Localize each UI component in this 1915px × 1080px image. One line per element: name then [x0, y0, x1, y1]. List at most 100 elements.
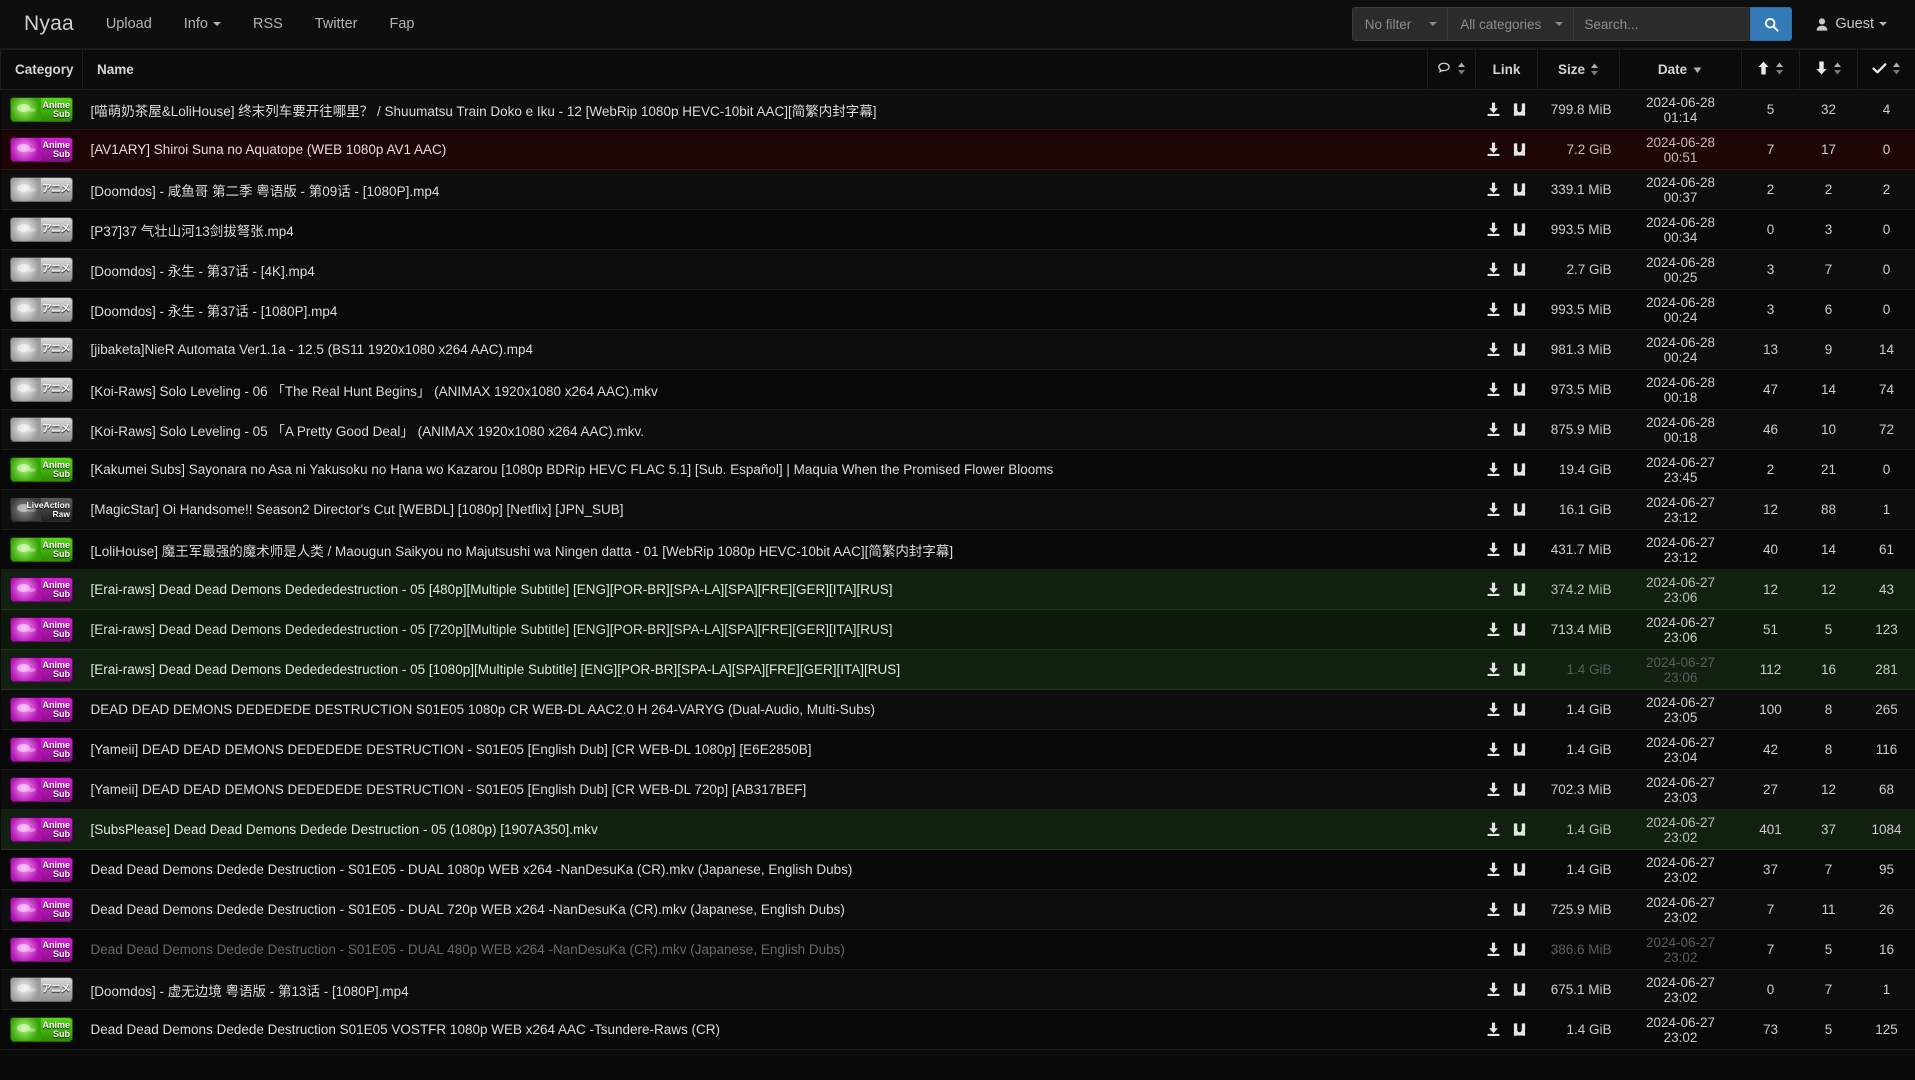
- table-row[interactable]: Anime Sub Dead Dead Demons Dedede Destruct…: [0, 889, 1915, 930]
- nav-item-upload[interactable]: Upload: [90, 0, 168, 49]
- download-icon[interactable]: [1486, 1022, 1501, 1037]
- torrent-name-link[interactable]: [jibaketa]NieR Automata Ver1.1a - 12.5 (…: [91, 342, 534, 357]
- torrent-name-link[interactable]: [Erai-raws] Dead Dead Demons Dedededestr…: [91, 622, 893, 637]
- category-cell[interactable]: Anime Sub: [0, 649, 83, 690]
- torrent-name-link[interactable]: [LoliHouse] 魔王军最强的魔术师是人类 / Maougun Saiky…: [91, 544, 954, 559]
- download-icon[interactable]: [1486, 702, 1501, 717]
- category-badge-anime-raw-icon[interactable]: アニメ: [10, 177, 73, 202]
- table-row[interactable]: Anime Sub [Kakumei Subs] Sayonara no Asa n…: [0, 449, 1915, 490]
- filter-select[interactable]: No filter: [1351, 7, 1448, 41]
- download-icon[interactable]: [1486, 942, 1501, 957]
- table-row[interactable]: アニメ [jibaketa]NieR Automata Ver1.1a - 12.…: [0, 329, 1915, 370]
- category-badge-live-raw-icon[interactable]: LiveAction Raw: [10, 497, 73, 522]
- magnet-icon[interactable]: [1512, 102, 1527, 117]
- column-header-comments[interactable]: [1427, 49, 1476, 90]
- name-cell[interactable]: [Koi-Raws] Solo Leveling - 05 「A Pretty …: [82, 409, 1428, 450]
- magnet-icon[interactable]: [1512, 742, 1527, 757]
- table-row[interactable]: Anime Sub [Erai-raws] Dead Dead Demons Ded…: [0, 609, 1915, 650]
- name-cell[interactable]: DEAD DEAD DEMONS DEDEDEDE DESTRUCTION S0…: [82, 689, 1428, 730]
- category-badge-anime-raw-icon[interactable]: アニメ: [10, 977, 73, 1002]
- torrent-name-link[interactable]: [AV1ARY] Shiroi Suna no Aquatope (WEB 10…: [91, 142, 447, 157]
- name-cell[interactable]: [Kakumei Subs] Sayonara no Asa ni Yakuso…: [82, 449, 1428, 490]
- search-button[interactable]: [1750, 7, 1793, 41]
- category-badge-anime-raw-icon[interactable]: アニメ: [10, 417, 73, 442]
- column-header-seeders[interactable]: [1741, 49, 1800, 90]
- download-icon[interactable]: [1486, 902, 1501, 917]
- category-badge-anime-raw-icon[interactable]: アニメ: [10, 377, 73, 402]
- category-cell[interactable]: Anime Sub: [0, 1009, 83, 1050]
- column-header-completed[interactable]: [1857, 49, 1915, 90]
- name-cell[interactable]: [Erai-raws] Dead Dead Demons Dedededestr…: [82, 569, 1428, 610]
- table-row[interactable]: アニメ [Doomdos] - 永生 - 第37话 - [1080P].mp4 99…: [0, 289, 1915, 330]
- download-icon[interactable]: [1486, 662, 1501, 677]
- name-cell[interactable]: [Doomdos] - 咸鱼哥 第二季 粤语版 - 第09话 - [1080P]…: [82, 169, 1428, 210]
- download-icon[interactable]: [1486, 742, 1501, 757]
- name-cell[interactable]: [MagicStar] Oi Handsome!! Season2 Direct…: [82, 489, 1428, 530]
- download-icon[interactable]: [1486, 862, 1501, 877]
- torrent-name-link[interactable]: DEAD DEAD DEMONS DEDEDEDE DESTRUCTION S0…: [91, 702, 876, 717]
- name-cell[interactable]: [Erai-raws] Dead Dead Demons Dedededestr…: [82, 649, 1428, 690]
- magnet-icon[interactable]: [1512, 382, 1527, 397]
- torrent-name-link[interactable]: [Erai-raws] Dead Dead Demons Dedededestr…: [91, 582, 893, 597]
- category-badge-anime-sub-magenta-icon[interactable]: Anime Sub: [10, 697, 73, 722]
- category-badge-anime-sub-magenta-icon[interactable]: Anime Sub: [10, 857, 73, 882]
- table-row[interactable]: Anime Sub [Erai-raws] Dead Dead Demons Ded…: [0, 649, 1915, 690]
- magnet-icon[interactable]: [1512, 142, 1527, 157]
- download-icon[interactable]: [1486, 822, 1501, 837]
- category-badge-anime-sub-magenta-icon[interactable]: Anime Sub: [10, 897, 73, 922]
- category-select[interactable]: All categories: [1447, 7, 1574, 41]
- name-cell[interactable]: Dead Dead Demons Dedede Destruction - S0…: [82, 929, 1428, 970]
- name-cell[interactable]: [Doomdos] - 虚无边境 粤语版 - 第13话 - [1080P].mp…: [82, 969, 1428, 1010]
- torrent-name-link[interactable]: [MagicStar] Oi Handsome!! Season2 Direct…: [91, 502, 624, 517]
- nav-item-twitter[interactable]: Twitter: [299, 0, 374, 49]
- search-input[interactable]: [1573, 7, 1751, 41]
- table-row[interactable]: Anime Sub [Yameii] DEAD DEAD DEMONS DEDEDE…: [0, 729, 1915, 770]
- name-cell[interactable]: [AV1ARY] Shiroi Suna no Aquatope (WEB 10…: [82, 129, 1428, 170]
- category-badge-anime-sub-magenta-icon[interactable]: Anime Sub: [10, 577, 73, 602]
- category-cell[interactable]: Anime Sub: [0, 449, 83, 490]
- download-icon[interactable]: [1486, 222, 1501, 237]
- torrent-name-link[interactable]: [SubsPlease] Dead Dead Demons Dedede Des…: [91, 822, 598, 837]
- category-cell[interactable]: アニメ: [0, 369, 83, 410]
- magnet-icon[interactable]: [1512, 862, 1527, 877]
- name-cell[interactable]: [Doomdos] - 永生 - 第37话 - [1080P].mp4: [82, 289, 1428, 330]
- magnet-icon[interactable]: [1512, 782, 1527, 797]
- magnet-icon[interactable]: [1512, 542, 1527, 557]
- download-icon[interactable]: [1486, 462, 1501, 477]
- torrent-name-link[interactable]: [P37]37 气壮山河13剑拔弩张.mp4: [91, 224, 294, 239]
- column-header-name[interactable]: Name: [82, 49, 1428, 90]
- name-cell[interactable]: Dead Dead Demons Dedede Destruction - S0…: [82, 849, 1428, 890]
- torrent-name-link[interactable]: [喵萌奶茶屋&LoliHouse] 终末列车要开往哪里？ / Shuumatsu…: [91, 104, 877, 119]
- table-row[interactable]: Anime Sub [AV1ARY] Shiroi Suna no Aquatope…: [0, 129, 1915, 170]
- name-cell[interactable]: [SubsPlease] Dead Dead Demons Dedede Des…: [82, 809, 1428, 850]
- download-icon[interactable]: [1486, 622, 1501, 637]
- table-row[interactable]: アニメ [Doomdos] - 永生 - 第37话 - [4K].mp4 2.7 G…: [0, 249, 1915, 290]
- category-cell[interactable]: アニメ: [0, 969, 83, 1010]
- category-cell[interactable]: アニメ: [0, 329, 83, 370]
- table-row[interactable]: アニメ [Koi-Raws] Solo Leveling - 05 「A Pret…: [0, 409, 1915, 450]
- magnet-icon[interactable]: [1512, 822, 1527, 837]
- category-cell[interactable]: Anime Sub: [0, 609, 83, 650]
- magnet-icon[interactable]: [1512, 982, 1527, 997]
- torrent-name-link[interactable]: Dead Dead Demons Dedede Destruction - S0…: [91, 942, 845, 957]
- download-icon[interactable]: [1486, 542, 1501, 557]
- magnet-icon[interactable]: [1512, 262, 1527, 277]
- torrent-name-link[interactable]: [Doomdos] - 咸鱼哥 第二季 粤语版 - 第09话 - [1080P]…: [91, 184, 440, 199]
- name-cell[interactable]: Dead Dead Demons Dedede Destruction - S0…: [82, 889, 1428, 930]
- magnet-icon[interactable]: [1512, 662, 1527, 677]
- download-icon[interactable]: [1486, 782, 1501, 797]
- name-cell[interactable]: [jibaketa]NieR Automata Ver1.1a - 12.5 (…: [82, 329, 1428, 370]
- torrent-name-link[interactable]: [Erai-raws] Dead Dead Demons Dedededestr…: [91, 662, 901, 677]
- magnet-icon[interactable]: [1512, 342, 1527, 357]
- column-header-date[interactable]: Date: [1619, 49, 1742, 90]
- category-badge-anime-raw-icon[interactable]: アニメ: [10, 297, 73, 322]
- magnet-icon[interactable]: [1512, 942, 1527, 957]
- table-row[interactable]: アニメ [Koi-Raws] Solo Leveling - 06 「The Re…: [0, 369, 1915, 410]
- download-icon[interactable]: [1486, 102, 1501, 117]
- category-badge-anime-sub-magenta-icon[interactable]: Anime Sub: [10, 937, 73, 962]
- category-cell[interactable]: Anime Sub: [0, 769, 83, 810]
- magnet-icon[interactable]: [1512, 302, 1527, 317]
- table-row[interactable]: Anime Sub [喵萌奶茶屋&LoliHouse] 终末列车要开往哪里？ / S…: [0, 89, 1915, 130]
- table-row[interactable]: Anime Sub Dead Dead Demons Dedede Destruct…: [0, 929, 1915, 970]
- table-row[interactable]: Anime Sub [SubsPlease] Dead Dead Demons De…: [0, 809, 1915, 850]
